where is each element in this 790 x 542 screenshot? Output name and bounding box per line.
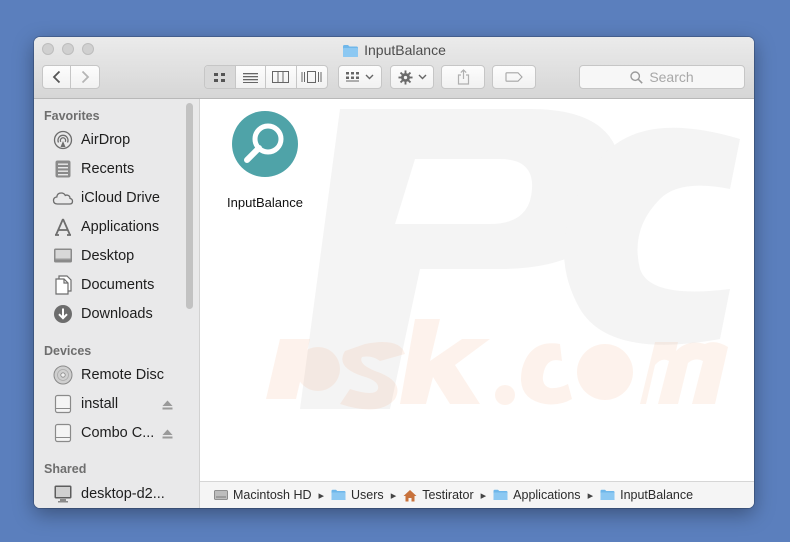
share-icon <box>457 69 469 85</box>
gear-icon <box>397 69 413 85</box>
sidebar-item-combo[interactable]: Combo C... <box>52 422 192 444</box>
sidebar-heading-favorites: Favorites <box>44 109 100 123</box>
sidebar-item-desktop[interactable]: Desktop <box>52 245 192 267</box>
cover-flow-button[interactable] <box>297 66 327 88</box>
path-crumb-inputbalance[interactable]: InputBalance <box>600 488 693 502</box>
search-icon <box>630 70 644 84</box>
chevron-left-icon <box>52 70 60 84</box>
applications-icon <box>52 216 74 238</box>
search-placeholder: Search <box>649 69 694 85</box>
navigation-buttons <box>42 65 100 89</box>
sidebar-item-recents[interactable]: Recents <box>52 158 192 180</box>
icon-view-button[interactable] <box>205 66 236 88</box>
sidebar-item-applications[interactable]: Applications <box>52 216 192 238</box>
sidebar-item-install[interactable]: install <box>52 393 192 415</box>
path-separator-icon: ▸ <box>390 489 397 502</box>
eject-icon[interactable] <box>162 426 173 444</box>
computer-icon <box>52 483 74 505</box>
airdrop-icon <box>52 129 74 151</box>
sidebar-heading-devices: Devices <box>44 344 92 358</box>
folder-icon <box>600 489 615 501</box>
eject-icon[interactable] <box>162 397 173 415</box>
chevron-down-icon <box>418 74 426 80</box>
path-separator-icon: ▸ <box>480 489 487 502</box>
toolbar: InputBalance Search <box>34 37 754 99</box>
desktop-icon <box>52 245 74 267</box>
sidebar-item-icloud-drive[interactable]: iCloud Drive <box>52 187 192 209</box>
folder-icon <box>331 489 346 501</box>
drive-icon <box>52 422 74 444</box>
action-button[interactable] <box>390 65 434 89</box>
disc-icon <box>52 364 74 386</box>
column-view-icon <box>272 71 290 83</box>
path-crumb-users[interactable]: Users <box>331 488 384 502</box>
arrange-button[interactable] <box>338 65 382 89</box>
sidebar-item-remote-disc[interactable]: Remote Disc <box>52 364 192 386</box>
sidebar-item-airdrop[interactable]: AirDrop <box>52 129 192 151</box>
cover-flow-icon <box>301 71 322 83</box>
hard-drive-icon <box>214 489 228 501</box>
sidebar-heading-shared: Shared <box>44 462 87 476</box>
drive-icon <box>52 393 74 415</box>
path-separator-icon: ▸ <box>587 489 594 502</box>
chevron-down-icon <box>365 74 374 80</box>
path-crumb-applications[interactable]: Applications <box>493 488 581 502</box>
finder-window: InputBalance Search Favorites AirDrop Re… <box>34 37 754 508</box>
sidebar: Favorites AirDrop Recents iCloud Drive A… <box>34 99 200 508</box>
forward-button[interactable] <box>71 66 99 88</box>
share-button[interactable] <box>441 65 485 89</box>
group-icon <box>346 71 359 81</box>
file-browser: InputBalance <box>200 99 754 481</box>
path-crumb-macintosh-hd[interactable]: Macintosh HD <box>214 488 312 502</box>
icon-view-icon <box>214 72 226 82</box>
recents-icon <box>52 158 74 180</box>
home-icon <box>403 489 417 502</box>
file-item-inputbalance[interactable]: InputBalance <box>220 109 310 210</box>
tag-icon <box>505 72 523 82</box>
search-field[interactable]: Search <box>579 65 745 89</box>
view-mode-selector <box>204 65 328 89</box>
folder-icon <box>493 489 508 501</box>
sidebar-item-desktop-d2[interactable]: desktop-d2... <box>52 483 192 505</box>
back-button[interactable] <box>43 66 72 88</box>
list-view-button[interactable] <box>236 66 266 88</box>
list-view-icon <box>242 72 258 83</box>
path-crumb-testirator[interactable]: Testirator <box>403 488 474 502</box>
documents-icon <box>52 274 74 296</box>
magnifier-app-icon <box>232 111 298 177</box>
downloads-icon <box>52 303 74 325</box>
chevron-right-icon <box>81 70 90 84</box>
edit-tags-button[interactable] <box>492 65 536 89</box>
sidebar-item-documents[interactable]: Documents <box>52 274 192 296</box>
sidebar-item-downloads[interactable]: Downloads <box>52 303 192 325</box>
window-title: InputBalance <box>34 41 754 59</box>
path-bar: Macintosh HD ▸ Users ▸ Testirator ▸ Appl… <box>200 481 754 508</box>
path-separator-icon: ▸ <box>318 489 325 502</box>
column-view-button[interactable] <box>266 66 297 88</box>
file-name: InputBalance <box>227 195 303 210</box>
folder-icon <box>342 44 359 62</box>
cloud-icon <box>52 187 74 209</box>
